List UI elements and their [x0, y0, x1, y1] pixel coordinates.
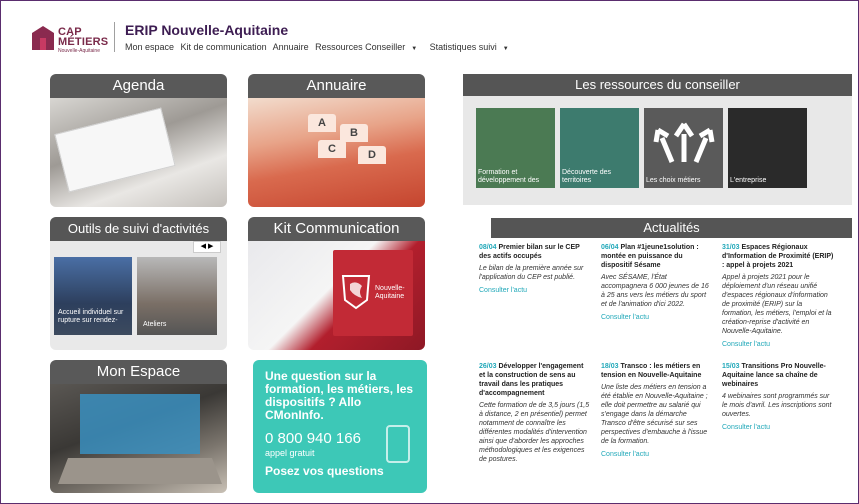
cap-metiers-logo-icon	[32, 26, 54, 50]
carousel-nav[interactable]: ◀ ▶	[193, 241, 221, 253]
news-link[interactable]: Consulter l'actu	[601, 313, 713, 322]
news-item: 06/04 Plan #1jeune1solution : montée en …	[601, 243, 713, 322]
ressource-territoires[interactable]: Découverte des territoires	[560, 108, 639, 188]
tab-letter-c: C	[318, 140, 346, 158]
news-link[interactable]: Consulter l'actu	[479, 286, 591, 295]
news-body: Avec SÉSAME, l'État accompagnera 6 000 j…	[601, 274, 709, 308]
arrows-icon	[653, 122, 715, 163]
cap-metiers-logo[interactable]: CAP MÉTIERS Nouvelle-Aquitaine	[30, 24, 110, 56]
tile-mon-espace[interactable]: Mon Espace	[50, 360, 227, 493]
news-date: 26/03	[479, 363, 497, 370]
cmoninfo-banner[interactable]: Une question sur la formation, les métie…	[253, 360, 427, 493]
news-link[interactable]: Consulter l'actu	[722, 340, 834, 349]
chevron-left-icon[interactable]: ◀	[201, 243, 206, 250]
logo-subtitle: Nouvelle-Aquitaine	[58, 48, 100, 54]
news-item: 18/03 Transco : les métiers en tension e…	[601, 362, 713, 459]
news-link[interactable]: Consulter l'actu	[722, 423, 834, 432]
header-divider	[114, 22, 115, 52]
chevron-right-icon[interactable]: ▶	[208, 243, 213, 250]
news-body: 4 webinaires sont programmés sur le mois…	[722, 393, 832, 418]
ressource-choix-label: Les choix métiers	[646, 177, 701, 184]
news-item: 08/04 Premier bilan sur le CEP des actif…	[479, 243, 591, 295]
ressources-title: Les ressources du conseiller	[463, 74, 852, 96]
tile-agenda-title: Agenda	[50, 74, 227, 98]
news-body: Le bilan de la première année sur l'appl…	[479, 265, 584, 281]
main-nav: Mon espace Kit de communication Annuaire…	[125, 42, 519, 52]
ressource-entreprise-label: L'entreprise	[730, 177, 767, 184]
phone-icon	[386, 425, 410, 463]
tile-outils-title: Outils de suivi d'activités	[50, 217, 227, 241]
news-item: 15/03 Transitions Pro Nouvelle-Aquitaine…	[722, 362, 834, 432]
kit-region-text: Nouvelle- Aquitaine	[375, 285, 405, 300]
news-date: 08/04	[479, 244, 497, 251]
news-date: 15/03	[722, 363, 740, 370]
news-body: Cette formation de de 3,5 jours (1,5 à d…	[479, 402, 590, 463]
logo-text: CAP MÉTIERS	[58, 26, 109, 48]
news-item: 31/03 Espaces Régionaux d'Information de…	[722, 243, 834, 349]
news-date: 06/04	[601, 244, 619, 251]
tile-kit-title: Kit Communication	[248, 217, 425, 241]
outils-caption-ateliers: Ateliers	[143, 321, 167, 328]
lion-emblem-icon	[341, 275, 371, 310]
ressource-formation-label: Formation et développement des	[478, 169, 540, 184]
news-body: Une liste des métiers en tension a été é…	[601, 384, 708, 445]
nav-ressources-conseiller[interactable]: Ressources Conseiller	[315, 42, 405, 52]
outils-slide-ateliers[interactable]: Ateliers	[137, 257, 217, 335]
nav-annuaire[interactable]: Annuaire	[273, 42, 309, 52]
actualites-title: Actualités	[491, 218, 852, 238]
file-tabs-illustration: A B C D	[300, 100, 400, 170]
chevron-down-icon[interactable]: ▼	[503, 46, 509, 52]
ressource-choix-metiers[interactable]: Les choix métiers	[644, 108, 723, 188]
chevron-down-icon[interactable]: ▼	[411, 46, 417, 52]
news-item: 26/03 Développer l'engagement et la cons…	[479, 362, 591, 464]
cmoninfo-ask-link[interactable]: Posez vos questions	[265, 464, 415, 478]
laptop-illustration	[58, 394, 222, 484]
cmoninfo-question: Une question sur la formation, les métie…	[265, 369, 414, 422]
tab-letter-a: A	[308, 114, 336, 132]
ressource-entreprise[interactable]: L'entreprise	[728, 108, 807, 188]
site-header: CAP MÉTIERS Nouvelle-Aquitaine ERIP Nouv…	[0, 0, 859, 66]
tile-espace-title: Mon Espace	[50, 360, 227, 384]
ressources-panel: Les ressources du conseiller Formation e…	[463, 74, 852, 205]
nav-kit-communication[interactable]: Kit de communication	[181, 42, 267, 52]
news-date: 18/03	[601, 363, 619, 370]
ressource-territoires-label: Découverte des territoires	[562, 169, 612, 184]
news-date: 31/03	[722, 244, 740, 251]
nav-mon-espace[interactable]: Mon espace	[125, 42, 174, 52]
news-body: Appel à projets 2021 pour le déploiement…	[722, 274, 832, 335]
nav-statistiques-suivi[interactable]: Statistiques suivi	[430, 42, 497, 52]
site-title[interactable]: ERIP Nouvelle-Aquitaine	[125, 22, 288, 38]
tab-letter-d: D	[358, 146, 386, 164]
outils-slide-accueil[interactable]: Accueil individuel sur rupture sur rende…	[54, 257, 132, 335]
ressource-formation[interactable]: Formation et développement des	[476, 108, 555, 188]
outils-caption-accueil: Accueil individuel sur rupture sur rende…	[58, 309, 124, 324]
tile-annuaire-title: Annuaire	[248, 74, 425, 98]
espace-image	[50, 384, 227, 493]
news-link[interactable]: Consulter l'actu	[601, 450, 713, 459]
